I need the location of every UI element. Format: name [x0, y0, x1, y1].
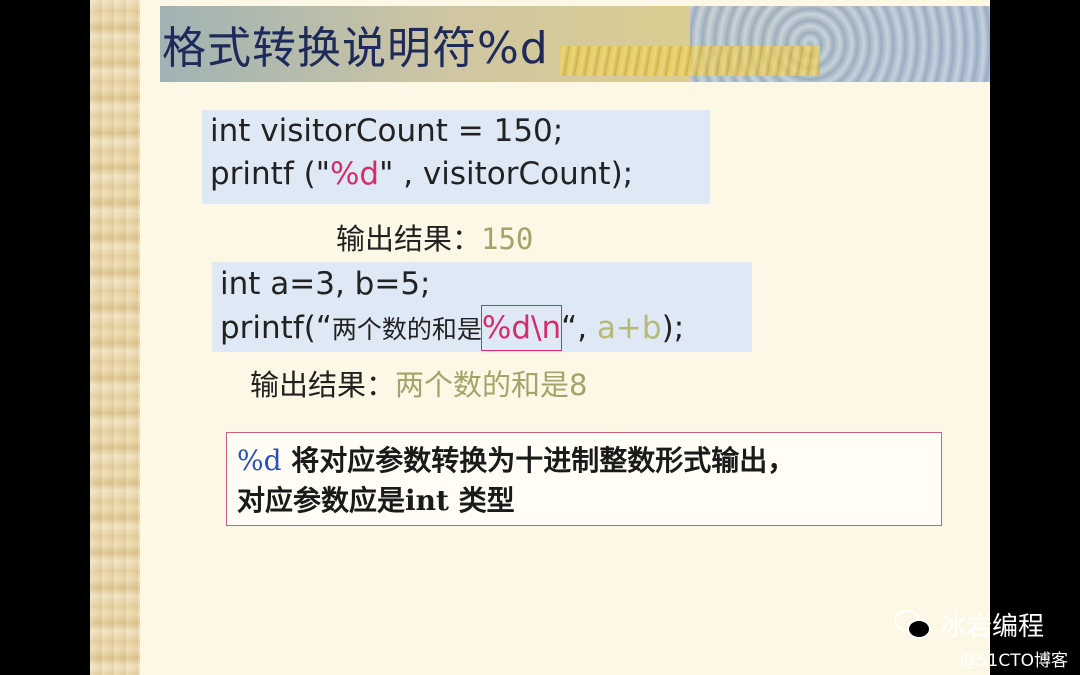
code-example-2: int a=3, b=5; printf(“两个数的和是%d\n“, a+b);: [212, 262, 752, 352]
explanation-line: %d 将对应参数转换为十进制整数形式输出，: [237, 444, 796, 477]
watermark-name: 冰岩编程: [939, 612, 1044, 642]
code-line: int a=3, b=5;: [220, 266, 431, 302]
format-specifier: %d: [237, 444, 282, 477]
wechat-watermark: 冰岩编程: [893, 606, 1044, 643]
printf-argument: a+b: [596, 310, 662, 346]
result-label: 输出结果：: [250, 368, 396, 402]
code-example-1: int visitorCount = 150; printf ("%d" , v…: [202, 110, 710, 204]
code-line: printf ("%d" , visitorCount);: [210, 156, 634, 192]
wechat-icon: [893, 609, 932, 640]
blog-watermark: @51CTO博客: [959, 651, 1068, 671]
output-result-2: 输出结果：两个数的和是8: [250, 362, 587, 404]
slide-title: 格式转换说明符%d: [162, 23, 549, 74]
output-result-1: 输出结果：150: [336, 216, 533, 258]
slide: 格式转换说明符%d int visitorCount = 150; printf…: [90, 0, 990, 675]
format-specifier: %d\n: [480, 305, 563, 351]
decorative-texture-strip: [90, 0, 140, 675]
format-specifier: %d: [329, 156, 380, 192]
code-line: int visitorCount = 150;: [210, 113, 564, 149]
result-value: 两个数的和是8: [395, 368, 588, 402]
explanation-box: %d 将对应参数转换为十进制整数形式输出， 对应参数应是int 类型: [226, 432, 942, 526]
result-value: 150: [481, 222, 534, 256]
code-line: printf(“两个数的和是%d\n“, a+b);: [220, 305, 752, 352]
explanation-line: 对应参数应是int 类型: [237, 484, 515, 517]
result-label: 输出结果：: [336, 222, 482, 256]
